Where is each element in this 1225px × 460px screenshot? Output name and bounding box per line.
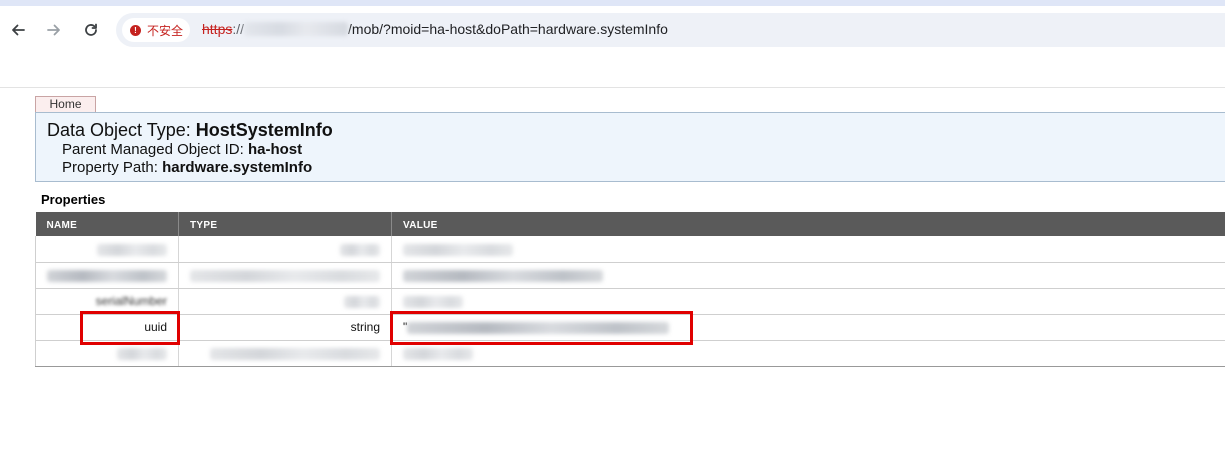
header-type: TYPE xyxy=(178,212,392,236)
header-value: VALUE xyxy=(391,212,1225,236)
properties-heading: Properties xyxy=(41,192,106,207)
arrow-left-icon xyxy=(12,24,25,36)
row-value-redacted xyxy=(391,288,1225,315)
url-path: /mob/?moid=ha-host&doPath=hardware.syste… xyxy=(348,21,668,37)
table-row: serialNumber xyxy=(35,288,1225,315)
row-value-redacted xyxy=(391,262,1225,289)
properties-table: NAME TYPE VALUE serialNumber uuid string… xyxy=(35,212,1225,367)
reload-button[interactable] xyxy=(78,19,104,41)
path-value: hardware.systemInfo xyxy=(162,159,313,176)
title-label: Data Object Type: xyxy=(47,120,196,140)
arrow-right-icon xyxy=(47,24,60,36)
row-type-redacted xyxy=(178,262,392,289)
parent-moid-line: Parent Managed Object ID: ha-host xyxy=(62,141,302,158)
object-header: Data Object Type: HostSystemInfo Parent … xyxy=(35,112,1225,182)
security-indicator[interactable]: ! 不安全 xyxy=(122,18,190,42)
url-separator: :// xyxy=(232,21,245,37)
uuid-value-cell: " xyxy=(391,314,1225,341)
title-value: HostSystemInfo xyxy=(195,120,333,140)
row-type-redacted xyxy=(178,288,392,315)
forward-button[interactable] xyxy=(41,19,67,41)
row-name-redacted xyxy=(35,236,179,263)
parent-label: Parent Managed Object ID: xyxy=(62,141,248,158)
address-bar[interactable]: ! 不安全 https:// /mob/?moid=ha-host&doPath=… xyxy=(116,13,1225,47)
url-host-redacted xyxy=(244,22,349,36)
row-type-redacted xyxy=(178,236,392,263)
uuid-type-cell: string xyxy=(178,314,392,341)
table-row xyxy=(35,262,1225,289)
back-button[interactable] xyxy=(5,19,31,41)
row-name-redacted xyxy=(35,262,179,289)
table-header-row: NAME TYPE VALUE xyxy=(35,212,1225,236)
row-type-redacted xyxy=(178,340,392,367)
url-scheme: https xyxy=(202,21,233,37)
browser-toolbar: ! 不安全 https:// /mob/?moid=ha-host&doPath=… xyxy=(0,6,1225,54)
header-name: NAME xyxy=(35,212,179,236)
property-path-line: Property Path: hardware.systemInfo xyxy=(62,159,312,176)
warning-icon: ! xyxy=(130,24,141,36)
parent-value: ha-host xyxy=(247,141,303,158)
table-row-uuid: uuid string " xyxy=(35,314,1225,341)
uuid-name-cell: uuid xyxy=(35,314,179,341)
uuid-value-redacted xyxy=(407,321,670,334)
page-title: Data Object Type: HostSystemInfo xyxy=(47,120,333,141)
table-row xyxy=(35,236,1225,263)
path-label: Property Path: xyxy=(62,159,163,176)
row-name-serial: serialNumber xyxy=(35,288,179,315)
security-label: 不安全 xyxy=(147,23,184,38)
reload-icon xyxy=(85,23,97,36)
toolbar-divider xyxy=(0,87,1225,88)
table-row xyxy=(35,340,1225,367)
row-value-redacted xyxy=(391,236,1225,263)
row-name-redacted xyxy=(35,340,179,367)
row-value-redacted xyxy=(391,340,1225,367)
url-text[interactable]: https:// /mob/?moid=ha-host&doPath=hardwa… xyxy=(202,21,668,37)
home-link[interactable]: Home xyxy=(35,96,96,112)
